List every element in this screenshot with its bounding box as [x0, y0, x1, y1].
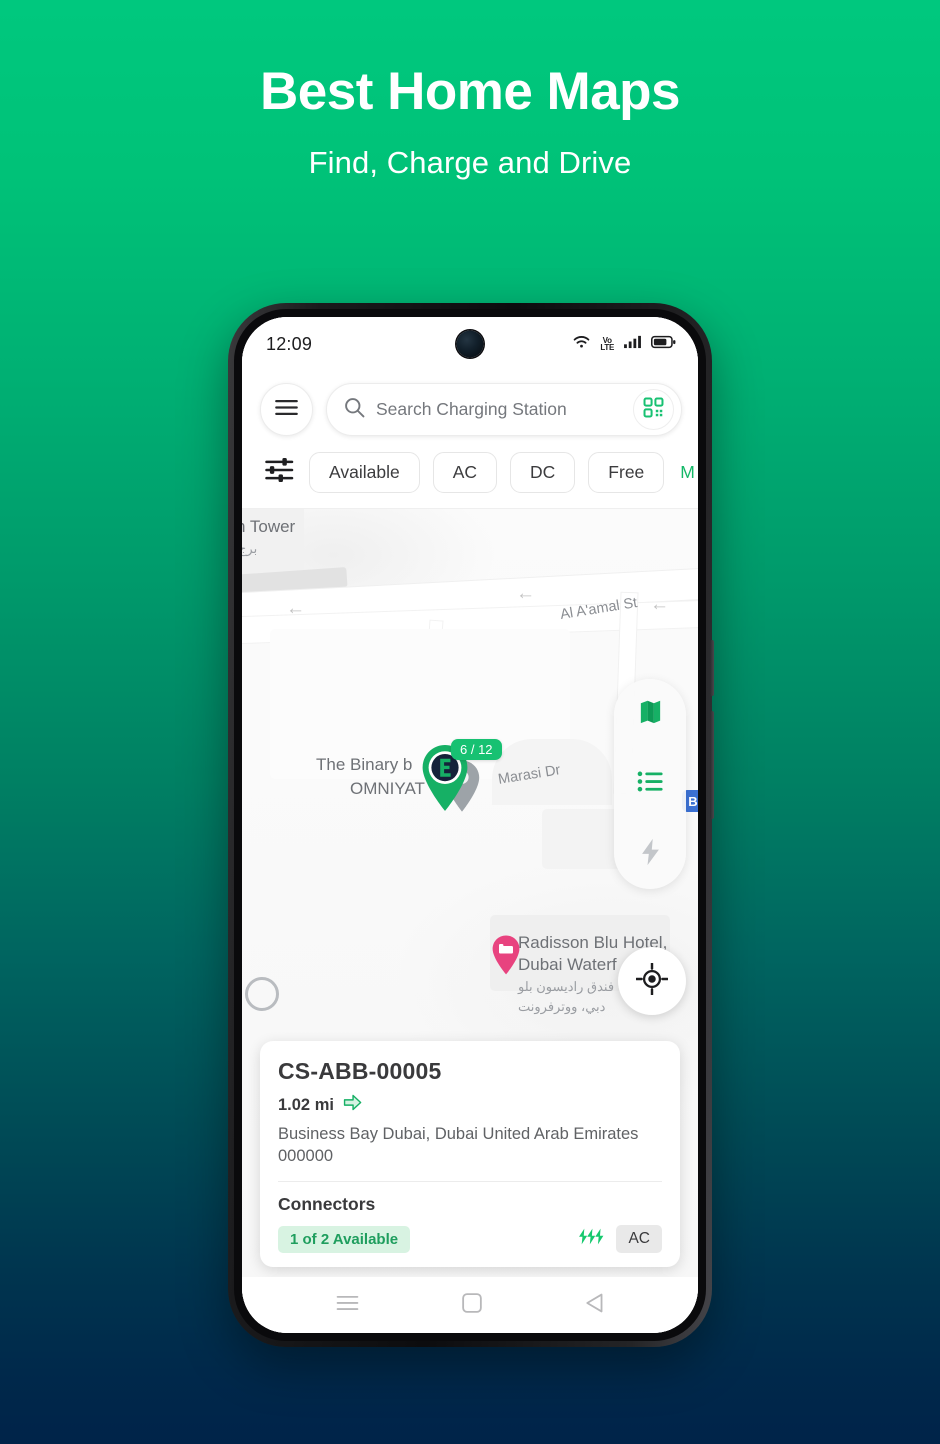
- back-button[interactable]: [585, 1293, 604, 1318]
- list-icon: [637, 770, 664, 798]
- hero-section: Best Home Maps Find, Charge and Drive: [0, 0, 940, 181]
- station-distance-row: 1.02 mi: [278, 1094, 662, 1116]
- locate-me-button[interactable]: [618, 947, 686, 1015]
- map-label-radisson-arabic1: فندق راديسون بلو: [518, 979, 615, 994]
- filter-chip-partial[interactable]: M: [677, 462, 695, 483]
- search-bar[interactable]: [326, 383, 682, 436]
- station-address: Business Bay Dubai, Dubai United Arab Em…: [278, 1125, 639, 1166]
- page-subtitle: Find, Charge and Drive: [308, 144, 632, 180]
- volte-bottom-text: LTE: [600, 343, 614, 352]
- map-controls-group: [614, 679, 686, 889]
- search-icon: [344, 397, 365, 423]
- partially-hidden-map-marker[interactable]: [245, 977, 279, 1011]
- filter-sliders-icon: [264, 457, 294, 488]
- station-distance: 1.02 mi: [278, 1095, 334, 1114]
- station-detail-card[interactable]: CS-ABB-00005 1.02 mi Business Bay Dubai,…: [260, 1041, 680, 1267]
- current-type-badge: AC: [616, 1225, 662, 1253]
- filter-chip-dc[interactable]: DC: [510, 452, 576, 493]
- app-screen: 12:09 Vo LTE Search Charging Station Ava…: [242, 317, 698, 1333]
- triple-bolt-icon: [578, 1228, 605, 1250]
- volte-icon: Vo LTE: [600, 337, 614, 352]
- map-direction-arrow: ←: [286, 598, 305, 619]
- status-bar: 12:09 Vo LTE: [242, 317, 698, 371]
- connector-summary-row: 1 of 2 Available AC: [278, 1225, 662, 1253]
- card-divider: [278, 1181, 662, 1182]
- map-layer-button[interactable]: [614, 679, 686, 749]
- availability-badge: 1 of 2 Available: [278, 1225, 411, 1253]
- map-icon: [637, 698, 664, 730]
- map-label-omniyat: OMNIYAT: [350, 779, 425, 798]
- map-view[interactable]: ← ← ← n Tower برج Al A'amal St The Binar…: [242, 509, 698, 1277]
- phone-power-button: [710, 711, 714, 819]
- charging-filter-button[interactable]: [614, 819, 686, 889]
- recents-button[interactable]: [336, 1295, 359, 1316]
- map-label-radisson-arabic2: دبي، ووترفرونت: [518, 999, 606, 1014]
- map-label-the-binary: The Binary b: [316, 755, 413, 774]
- filter-chip-available[interactable]: Available: [309, 452, 420, 493]
- status-icons: Vo LTE: [572, 334, 676, 354]
- qr-scan-button[interactable]: [633, 389, 674, 430]
- front-camera-punch-hole: [456, 330, 484, 358]
- hamburger-menu-button[interactable]: [260, 383, 313, 436]
- filter-chip-ac[interactable]: AC: [432, 452, 498, 493]
- map-label-tower-arabic: برج: [242, 541, 258, 556]
- map-direction-arrow: ←: [516, 583, 535, 604]
- map-direction-arrow: ←: [650, 594, 669, 615]
- station-availability-badge: 6 / 12: [451, 739, 502, 760]
- phone-volume-button: [710, 640, 714, 696]
- search-header: [242, 371, 698, 446]
- hamburger-menu-icon: [274, 399, 299, 421]
- directions-arrow-icon[interactable]: [343, 1094, 362, 1116]
- status-time: 12:09: [266, 333, 313, 354]
- map-label-tower: n Tower: [242, 517, 296, 536]
- android-nav-bar: [242, 1277, 698, 1333]
- hotel-map-marker[interactable]: [490, 934, 522, 976]
- filter-chip-free[interactable]: Free: [588, 452, 665, 493]
- connectors-label: Connectors: [278, 1194, 376, 1214]
- hotel-bed-pin-icon: [490, 935, 522, 980]
- search-input[interactable]: [376, 399, 622, 420]
- home-button[interactable]: [462, 1292, 482, 1318]
- map-label-radisson-line2: Dubai Waterf: [518, 955, 617, 974]
- wifi-icon: [572, 334, 591, 354]
- locate-crosshair-icon: [635, 961, 669, 1000]
- page-title: Best Home Maps: [259, 62, 681, 121]
- phone-screen: 12:09 Vo LTE Search Charging Station Ava…: [242, 317, 698, 1333]
- charging-station-marker[interactable]: 6 / 12: [418, 739, 502, 817]
- connector-meta: AC: [578, 1225, 662, 1253]
- signal-icon: [623, 334, 642, 354]
- bolt-icon: [638, 838, 663, 871]
- battery-icon: [651, 335, 676, 354]
- station-id: CS-ABB-00005: [278, 1058, 442, 1085]
- filter-settings-button[interactable]: [262, 456, 296, 490]
- qr-scan-icon: [643, 397, 664, 423]
- list-view-button[interactable]: [614, 749, 686, 819]
- phone-mockup: 12:09 Vo LTE Search Charging Station Ava…: [228, 303, 714, 1347]
- filter-chip-row: Available AC DC Free M: [242, 446, 698, 509]
